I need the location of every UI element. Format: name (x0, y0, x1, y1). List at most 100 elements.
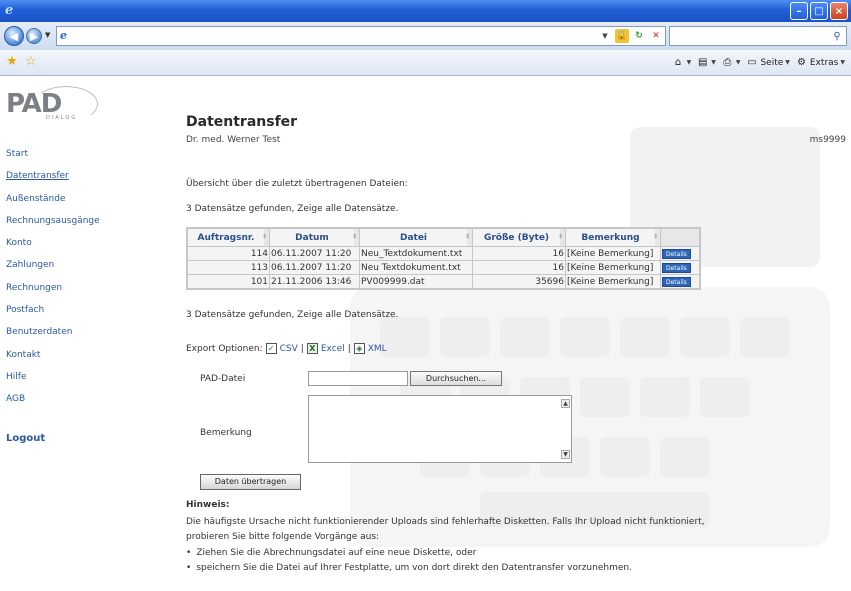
browse-button[interactable]: Durchsuchen... (410, 371, 502, 386)
sort-icon: ⇕ (351, 233, 357, 240)
page-menu-button[interactable]: ▭ Seite ▼ (745, 56, 790, 69)
main-content: Datentransfer Dr. med. Werner Test ms999… (186, 77, 846, 591)
feeds-icon: ▤ (697, 57, 708, 68)
tools-menu-label: Extras (809, 57, 839, 68)
col-actions (661, 229, 699, 246)
csv-file-icon[interactable]: ✓ (265, 343, 277, 354)
sidebar-item-hilfe[interactable]: Hilfe (6, 366, 100, 388)
scroll-up-icon[interactable]: ▲ (561, 399, 570, 408)
cell-actions: Details (661, 247, 699, 260)
back-button[interactable]: ◀ (4, 26, 24, 46)
col-groesse-label: Größe (Byte) (483, 232, 550, 243)
col-auftragsnr-label: Auftragsnr. (197, 232, 255, 243)
scroll-down-icon[interactable]: ▼ (561, 450, 570, 459)
search-icon[interactable]: ⚲ (830, 29, 844, 43)
feeds-dropdown-icon[interactable]: ▼ (711, 59, 716, 66)
col-bemerkung-label: Bemerkung (581, 232, 640, 243)
window-controls: – □ × (790, 2, 848, 20)
logo-sub-text: DIALOG (46, 115, 78, 121)
sort-icon: ⇕ (652, 233, 658, 240)
remark-label: Bemerkung (200, 428, 252, 438)
home-dropdown-icon[interactable]: ▼ (687, 59, 692, 66)
sidebar-item-zahlungen[interactable]: Zahlungen (6, 254, 100, 276)
tools-menu-button[interactable]: ⚙ Extras ▼ (795, 56, 845, 69)
xml-file-icon[interactable]: ◈ (353, 343, 365, 354)
export-excel-link[interactable]: Excel (321, 344, 345, 354)
cell-bemerkung: [Keine Bemerkung] (566, 275, 660, 288)
minimize-button[interactable]: – (790, 2, 808, 20)
cell-datum: 21.11.2006 13:46 (270, 275, 359, 288)
sidebar-item-rechnungen[interactable]: Rechnungen (6, 277, 100, 299)
sidebar-item-konto[interactable]: Konto (6, 232, 100, 254)
export-xml-link[interactable]: XML (368, 344, 387, 354)
feeds-button[interactable]: ▤ ▼ (696, 56, 716, 69)
details-button[interactable]: Details (662, 262, 691, 273)
export-csv-link[interactable]: CSV (280, 344, 298, 354)
sidebar-item-kontakt[interactable]: Kontakt (6, 344, 100, 366)
lock-icon[interactable]: 🔒 (615, 29, 629, 43)
home-icon: ⌂ (674, 57, 682, 68)
stop-icon[interactable]: ✕ (649, 29, 663, 43)
sidebar-item-rechnungsausgaenge[interactable]: Rechnungsausgänge (6, 210, 100, 232)
doctor-name: Dr. med. Werner Test (186, 135, 281, 145)
favorites-star-icon[interactable]: ★ (6, 55, 18, 69)
maximize-button[interactable]: □ (810, 2, 828, 20)
forward-button[interactable]: ▶ (26, 28, 42, 44)
overview-text: Übersicht über die zuletzt übertragenen … (186, 179, 408, 189)
cell-datum: 06.11.2007 11:20 (270, 261, 359, 274)
address-dropdown-icon[interactable]: ▼ (598, 29, 612, 43)
hint-text: Die häufigste Ursache nicht funktioniere… (186, 517, 705, 542)
cell-bemerkung: [Keine Bemerkung] (566, 247, 660, 260)
col-bemerkung[interactable]: Bemerkung ⇕ (566, 229, 660, 246)
sidebar-item-start[interactable]: Start (6, 143, 100, 165)
user-id: ms9999 (809, 135, 846, 145)
print-dropdown-icon[interactable]: ▼ (736, 59, 741, 66)
cell-datei: PV009999.dat (360, 275, 472, 288)
add-favorites-icon[interactable]: ☆ (25, 55, 37, 69)
sidebar-item-datentransfer[interactable]: Datentransfer (6, 165, 100, 187)
col-datei[interactable]: Datei ⇕ (360, 229, 472, 246)
sidebar-item-agb[interactable]: AGB (6, 388, 100, 410)
col-datum-label: Datum (295, 232, 329, 243)
home-button[interactable]: ⌂ ▼ (672, 56, 692, 69)
export-separator: | (300, 343, 304, 354)
refresh-icon[interactable]: ↻ (632, 29, 646, 43)
remark-textarea[interactable]: ▲ ▼ (308, 395, 572, 463)
submit-transfer-button[interactable]: Daten übertragen (200, 474, 301, 490)
list-item: Ziehen Sie die Abrechnungsdatei auf eine… (186, 546, 632, 561)
page-icon: ▭ (747, 57, 757, 68)
window-titlebar: e – □ × (0, 0, 851, 22)
tools-icon: ⚙ (796, 57, 806, 68)
cell-actions: Details (661, 261, 699, 274)
ie-logo-icon: e (5, 3, 14, 18)
address-bar[interactable]: e ▼ 🔒 ↻ ✕ (56, 26, 666, 46)
cell-datei: Neu_Textdokument.txt (360, 247, 472, 260)
table-header-row: Auftragsnr. ⇕ Datum ⇕ Datei ⇕ Größe (Byte) ⇕… (188, 229, 699, 246)
cell-groesse: 35696 (473, 275, 565, 288)
cell-datum: 06.11.2007 11:20 (270, 247, 359, 260)
address-toolbar: ◀ ▶ ▼ e ▼ 🔒 ↻ ✕ ⚲ (0, 22, 851, 50)
col-auftragsnr[interactable]: Auftragsnr. ⇕ (188, 229, 269, 246)
pad-file-input[interactable] (308, 371, 408, 386)
sort-icon: ⇕ (464, 233, 470, 240)
page-content: PAD DIALOG Start Datentransfer Außenstän… (0, 77, 851, 591)
sidebar-item-benutzerdaten[interactable]: Benutzerdaten (6, 321, 100, 343)
address-tools: ▼ 🔒 ↻ ✕ (598, 29, 663, 43)
excel-file-icon[interactable]: X (306, 343, 318, 354)
cell-auftragsnr: 114 (188, 247, 269, 260)
sidebar-item-postfach[interactable]: Postfach (6, 299, 100, 321)
details-button[interactable]: Details (662, 248, 691, 259)
logout-link[interactable]: Logout (6, 433, 45, 444)
history-dropdown-icon[interactable]: ▼ (45, 31, 50, 39)
col-groesse[interactable]: Größe (Byte) ⇕ (473, 229, 565, 246)
pad-dialog-logo[interactable]: PAD DIALOG (6, 86, 101, 123)
table-row: 114 06.11.2007 11:20 Neu_Textdokument.tx… (188, 247, 699, 260)
close-button[interactable]: × (830, 2, 848, 20)
export-separator: | (347, 343, 351, 354)
print-button[interactable]: ⎙ ▼ (721, 56, 741, 69)
search-input[interactable]: ⚲ (669, 26, 847, 46)
sidebar-item-aussenstaende[interactable]: Außenstände (6, 188, 100, 210)
details-button[interactable]: Details (662, 276, 691, 287)
pad-file-label: PAD-Datei (200, 374, 246, 384)
col-datum[interactable]: Datum ⇕ (270, 229, 359, 246)
